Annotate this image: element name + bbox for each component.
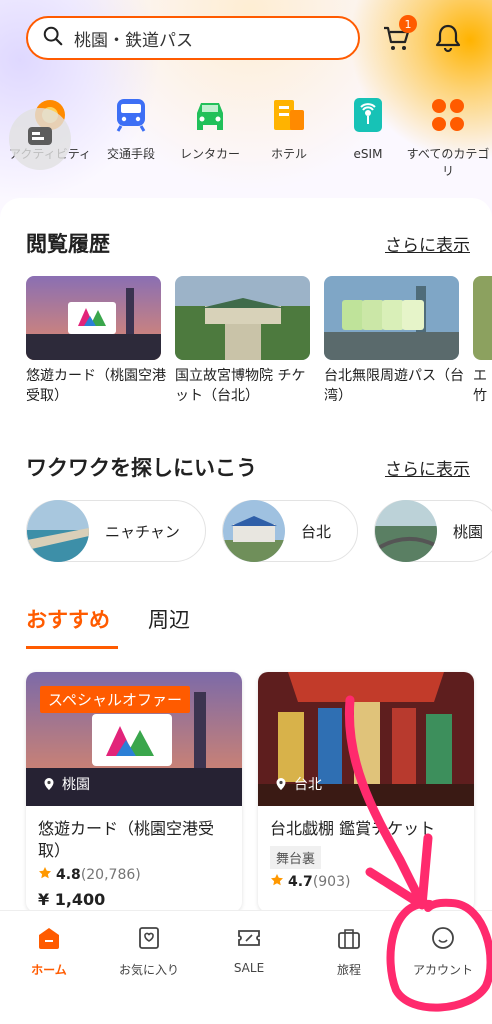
category-label: すべてのカテゴリ [406, 147, 490, 178]
product-location-label: 台北 [294, 777, 322, 793]
category-esim[interactable]: eSIM [324, 96, 412, 163]
product-rating: 4.7 (903) [258, 869, 474, 891]
product-title: 台北戯棚 鑑賞チケット [270, 819, 436, 838]
coupon-icon [236, 925, 262, 951]
product-tag: 舞台裏 [270, 846, 322, 869]
history-image-partial[interactable] [473, 276, 492, 360]
nav-account[interactable]: アカウント [394, 925, 492, 978]
product-price: ¥ 1,400 [38, 890, 106, 909]
special-offer-badge: スペシャルオファー [40, 686, 190, 713]
star-icon [270, 873, 284, 891]
home-icon [36, 925, 62, 951]
category-label: レンタカー [179, 147, 240, 161]
destination-taipei[interactable]: 台北 [222, 500, 358, 562]
category-label: ホテル [270, 147, 307, 161]
product-card[interactable]: スペシャルオファー 桃園 悠遊カード（桃園空港受取） 4.8 (20,786) … [26, 672, 242, 912]
nav-label: 旅程 [336, 963, 361, 977]
product-image: スペシャルオファー 桃園 [26, 672, 242, 806]
hotel-icon [270, 96, 308, 134]
history-image-palace-museum[interactable] [175, 276, 310, 360]
star-icon [38, 866, 52, 884]
nav-label: お気に入り [118, 963, 179, 977]
product-location-label: 桃園 [62, 777, 90, 793]
destination-nhatrang[interactable]: ニャチャン [26, 500, 206, 562]
search-query: 桃園・鉄道パス [74, 30, 193, 51]
esim-icon [349, 96, 387, 134]
tab-active-indicator [26, 646, 118, 649]
history-item-title[interactable]: 台北無限周遊パス（台湾） [324, 366, 464, 406]
suitcase-icon [336, 925, 362, 951]
explore-more-link[interactable]: さらに表示 [385, 455, 470, 480]
grid-icon [429, 96, 467, 134]
destination-photo [223, 500, 285, 562]
nav-label: ホーム [31, 963, 67, 977]
notification-bell-icon[interactable] [432, 22, 464, 54]
destination-label: 桃園 [453, 522, 484, 541]
account-icon [430, 925, 456, 951]
product-location: 桃園 [42, 774, 90, 794]
category-hotel[interactable]: ホテル [245, 96, 333, 163]
category-all[interactable]: すべてのカテゴリ [404, 96, 492, 180]
bottom-navigation: ホーム お気に入り SALE 旅程 アカウント [0, 910, 492, 1024]
rating-value: 4.7 [288, 874, 313, 890]
category-transport[interactable]: 交通手段 [87, 96, 175, 163]
history-image-taipei-pass[interactable] [324, 276, 459, 360]
location-pin-icon [276, 778, 286, 790]
tab-nearby[interactable]: 周辺 [148, 604, 190, 634]
product-rating: 4.8 (20,786) [26, 862, 242, 884]
nav-label: SALE [233, 961, 265, 975]
floating-assistant-button[interactable] [9, 108, 71, 170]
product-location: 台北 [274, 774, 322, 794]
history-item-title[interactable]: 国立故宮博物院 チケット（台北） [175, 366, 315, 406]
wishlist-icon [136, 925, 162, 951]
search-bar[interactable]: 桃園・鉄道パス [26, 16, 360, 60]
car-icon [191, 96, 229, 134]
destination-label: ニャチャン [105, 522, 180, 541]
category-label: eSIM [353, 147, 383, 161]
destination-photo [375, 500, 437, 562]
history-item-title[interactable]: 悠遊カード（桃園空港受取） [26, 366, 166, 406]
product-title: 悠遊カード（桃園空港受取） [38, 819, 215, 860]
category-label: 交通手段 [106, 147, 155, 161]
history-item-title[interactable]: エ竹 [473, 366, 492, 406]
history-more-link[interactable]: さらに表示 [385, 231, 470, 256]
category-car-rental[interactable]: レンタカー [166, 96, 254, 163]
history-title: 閲覧履歴 [26, 232, 110, 256]
destination-label: 台北 [301, 522, 332, 541]
rating-value: 4.8 [56, 867, 81, 883]
train-icon [112, 96, 150, 134]
nav-label: アカウント [412, 963, 473, 977]
review-count: (903) [312, 874, 351, 890]
nav-wishlist[interactable]: お気に入り [100, 925, 198, 978]
nav-sale[interactable]: SALE [200, 925, 298, 975]
nav-itinerary[interactable]: 旅程 [300, 925, 398, 978]
cart-count-badge: 1 [399, 15, 417, 33]
product-image: 台北 [258, 672, 474, 806]
destination-taoyuan[interactable]: 桃園 [374, 500, 492, 562]
chat-icon [25, 122, 55, 156]
destination-photo [27, 500, 89, 562]
explore-title: ワクワクを探しにいこう [26, 456, 257, 480]
history-image-easycard[interactable] [26, 276, 161, 360]
location-pin-icon [44, 778, 54, 790]
tab-recommended[interactable]: おすすめ [26, 604, 110, 634]
search-icon [42, 25, 64, 51]
product-card[interactable]: 台北 台北戯棚 鑑賞チケット 舞台裏 4.7 (903) [258, 672, 474, 912]
nav-home[interactable]: ホーム [0, 925, 98, 978]
review-count: (20,786) [80, 867, 141, 883]
